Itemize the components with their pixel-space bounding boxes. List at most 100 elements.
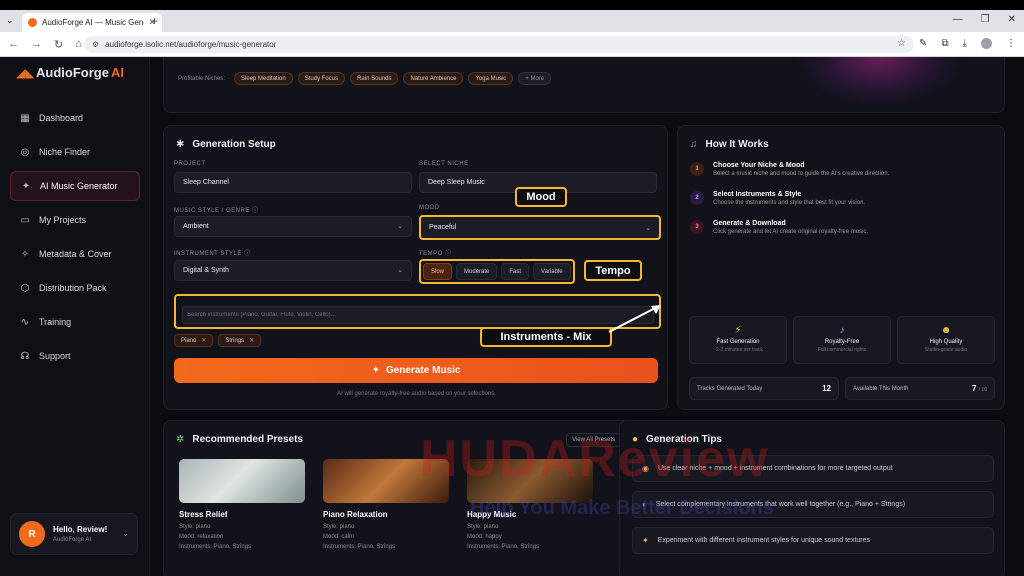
info-icon[interactable]: ⓘ <box>445 251 452 257</box>
feature-sub: Full commercial rights <box>817 347 867 353</box>
profile-icon[interactable] <box>981 38 992 49</box>
avatar: R <box>19 521 45 547</box>
headset-icon: ☊ <box>20 350 30 362</box>
sidebar-item-metadata-cover[interactable]: ✧ Metadata & Cover <box>10 239 140 269</box>
download-icon[interactable]: ⤓ <box>963 38 967 49</box>
browser-tab-bar: ⌄ AudioForge AI — Music Genera ✕ + — ❐ ✕ <box>0 10 1024 32</box>
stat-available-month: Available This Month 7 / 10 <box>845 377 995 400</box>
step-desc: Select a music niche and mood to guide t… <box>713 171 890 177</box>
back-icon[interactable]: ← <box>8 38 19 51</box>
bookmark-star-icon[interactable]: ☆ <box>897 38 906 49</box>
tempo-variable-button[interactable]: Variable <box>533 263 571 280</box>
pen-icon[interactable]: ✎ <box>919 38 927 49</box>
stat-label: Tracks Generated Today <box>697 385 763 392</box>
nav-buttons: ← → ↻ ⌂ <box>8 38 82 51</box>
step-number: 1 <box>690 162 704 176</box>
reload-icon[interactable]: ↻ <box>54 38 63 51</box>
stat-label: Available This Month <box>853 385 909 392</box>
preset-card[interactable]: Stress Relief Style: piano Mood: relaxati… <box>179 459 309 552</box>
step-desc: Click generate and let AI create origina… <box>713 229 869 235</box>
sidebar-item-support[interactable]: ☊ Support <box>10 341 140 371</box>
stat-value: 7 / 10 <box>972 384 987 393</box>
instrument-tag-label: Piano <box>181 337 197 344</box>
info-icon[interactable]: ⓘ <box>244 251 251 257</box>
tempo-options: Slow Moderate Fast Variable <box>419 259 575 284</box>
niche-chip[interactable]: Sleep Meditation <box>234 72 293 85</box>
sidebar-item-niche-finder[interactable]: ◎ Niche Finder <box>10 137 140 167</box>
magic-pen-icon: ✧ <box>20 248 30 260</box>
niche-label: SELECT NICHE <box>419 161 469 167</box>
extensions-icon[interactable]: ⧉ <box>941 38 948 49</box>
restore-icon[interactable]: ❐ <box>981 14 990 25</box>
tempo-fast-button[interactable]: Fast <box>501 263 530 280</box>
generate-music-button[interactable]: ✦ Generate Music <box>174 358 658 383</box>
tempo-callout: Tempo <box>584 260 642 281</box>
new-tab-icon[interactable]: + <box>151 14 158 28</box>
niche-chip[interactable]: Rain Sounds <box>350 72 399 85</box>
tempo-label-text: TEMPO <box>419 251 443 257</box>
preset-instruments: Instruments: Piano, Strings <box>323 544 396 550</box>
remove-tag-icon[interactable]: ✕ <box>201 337 206 344</box>
logo-text: AudioForge <box>36 65 109 80</box>
lightning-icon: ⚡ <box>734 325 742 336</box>
tab-title: AudioForge AI — Music Genera <box>42 18 145 27</box>
niche-chip[interactable]: Study Focus <box>297 72 346 85</box>
watermark-tagline: Help You Make Better Decisions <box>470 497 774 519</box>
forward-icon[interactable]: → <box>31 38 42 51</box>
tip-text: Experiment with different instrument sty… <box>657 537 871 544</box>
grid-icon: ▦ <box>20 112 30 124</box>
tempo-slow-button[interactable]: Slow <box>423 263 453 280</box>
step-title: Generate & Download <box>713 220 786 227</box>
more-menu-icon[interactable]: ⋮ <box>1006 38 1016 49</box>
audioforge-logo-icon: ◢◣ <box>16 65 35 80</box>
remove-tag-icon[interactable]: ✕ <box>249 337 254 344</box>
mood-callout: Mood <box>515 187 567 207</box>
step-desc: Choose the instruments and style that be… <box>713 200 866 206</box>
project-field[interactable]: Sleep Channel <box>174 172 412 193</box>
feature-sub: Studio-grade audio <box>924 347 968 353</box>
minimize-icon[interactable]: — <box>953 14 963 25</box>
step-title: Select Instruments & Style <box>713 191 802 198</box>
main-content: Profitable Niches: Sleep Meditation Stud… <box>150 57 1024 576</box>
browser-tab[interactable]: AudioForge AI — Music Genera ✕ <box>22 13 162 32</box>
how-title-text: How It Works <box>705 139 769 150</box>
sidebar-item-ai-music-generator[interactable]: ✦ AI Music Generator <box>10 171 140 201</box>
puzzle-icon: ✲ <box>176 434 185 445</box>
niches-label: Profitable Niches: <box>178 75 226 82</box>
site-info-icon[interactable]: ⚙ <box>92 40 99 49</box>
sidebar-item-my-projects[interactable]: ▭ My Projects <box>10 205 140 235</box>
niche-chip[interactable]: Nature Ambience <box>403 72 464 85</box>
hero-glow-graphic <box>794 57 964 108</box>
address-bar[interactable]: ⚙ audioforge.isolic.net/audioforge/music… <box>84 36 914 53</box>
sidebar-item-label: Dashboard <box>39 113 84 123</box>
instruments-mix-callout: Instruments - Mix <box>480 327 612 347</box>
preset-style: Style: piano <box>179 524 211 530</box>
feature-high-quality: ☻ High Quality Studio-grade audio <box>897 316 995 364</box>
user-card[interactable]: R Hello, Review! AudioForge AI ⌄ <box>10 513 138 555</box>
home-icon[interactable]: ⌂ <box>75 38 82 51</box>
folder-icon: ▭ <box>20 214 30 226</box>
logo-ai-text: AI <box>110 65 124 80</box>
close-window-icon[interactable]: ✕ <box>1008 14 1016 25</box>
tempo-moderate-button[interactable]: Moderate <box>456 263 498 280</box>
sidebar-item-label: Training <box>39 317 72 327</box>
package-icon: ⬡ <box>20 282 30 294</box>
instruments-search-input[interactable] <box>182 306 654 324</box>
sidebar-item-training[interactable]: ∿ Training <box>10 307 140 337</box>
music-note-icon: ♫ <box>690 139 698 150</box>
tab-list-chevron-icon[interactable]: ⌄ <box>6 15 14 26</box>
preset-instruments: Instruments: Piano, Strings <box>179 544 252 550</box>
info-icon[interactable]: ⓘ <box>252 208 259 214</box>
instrument-style-label-text: INSTRUMENT STYLE <box>174 251 242 257</box>
app-logo[interactable]: ◢◣ AudioForge AI <box>16 65 124 80</box>
style-select[interactable]: Ambient ⌄ <box>174 216 412 237</box>
niche-chip[interactable]: Yoga Music <box>468 72 514 85</box>
instrument-style-select[interactable]: Digital & Synth ⌄ <box>174 260 412 281</box>
generate-note: AI will generate royalty-free audio base… <box>337 391 496 397</box>
sidebar-item-distribution-pack[interactable]: ⬡ Distribution Pack <box>10 273 140 303</box>
chevron-down-icon: ⌄ <box>645 225 651 232</box>
more-niches-button[interactable]: + More <box>518 72 552 85</box>
sidebar-item-dashboard[interactable]: ▦ Dashboard <box>10 103 140 133</box>
mood-select[interactable]: Peaceful ⌄ <box>419 215 661 240</box>
compass-icon: ◎ <box>20 146 30 158</box>
